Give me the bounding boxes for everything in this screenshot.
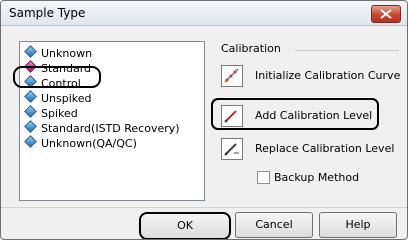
- backup-method-label: Backup Method: [274, 171, 360, 184]
- diamond-icon: [24, 45, 37, 58]
- option-label: Replace Calibration Level: [255, 142, 395, 155]
- list-item-label: Unknown(QA/QC): [41, 137, 137, 150]
- list-item-unspiked[interactable]: Unspiked: [24, 90, 92, 106]
- selection-highlight: [13, 66, 101, 88]
- option-label: Initialize Calibration Curve: [255, 69, 401, 82]
- calibration-label: Calibration: [221, 42, 281, 55]
- sample-type-list[interactable]: Unknown Standard Control Unspiked Spiked…: [19, 41, 205, 201]
- calibration-curve-icon: [221, 65, 243, 87]
- diamond-icon: [24, 120, 37, 133]
- diamond-icon: [24, 90, 37, 103]
- list-item-unknown-qaqc[interactable]: Unknown(QA/QC): [24, 135, 137, 151]
- list-item-spiked[interactable]: Spiked: [24, 105, 78, 121]
- ok-button[interactable]: OK: [139, 212, 231, 239]
- group-divider: [295, 50, 399, 51]
- button-separator: [1, 207, 407, 208]
- list-item-unknown[interactable]: Unknown: [24, 45, 93, 61]
- list-item-standard-istd[interactable]: Standard(ISTD Recovery): [24, 120, 180, 136]
- list-item-label: Unknown: [41, 47, 93, 60]
- list-item-label: Spiked: [41, 107, 78, 120]
- list-item-label: Standard(ISTD Recovery): [41, 122, 180, 135]
- diamond-icon: [24, 105, 37, 118]
- replace-pencil-icon: [221, 138, 243, 160]
- diamond-icon: [24, 135, 37, 148]
- cancel-button[interactable]: Cancel: [235, 212, 313, 238]
- help-button[interactable]: Help: [319, 212, 397, 238]
- option-highlight: [211, 98, 379, 130]
- window-title: Sample Type: [9, 6, 86, 20]
- title-bar: Sample Type: [1, 1, 407, 26]
- checkbox-box[interactable]: [257, 171, 270, 184]
- close-icon: [380, 9, 392, 19]
- close-button[interactable]: [371, 5, 401, 23]
- list-item-label: Unspiked: [41, 92, 92, 105]
- sample-type-dialog: Sample Type Unknown Standard Control Uns…: [0, 0, 408, 240]
